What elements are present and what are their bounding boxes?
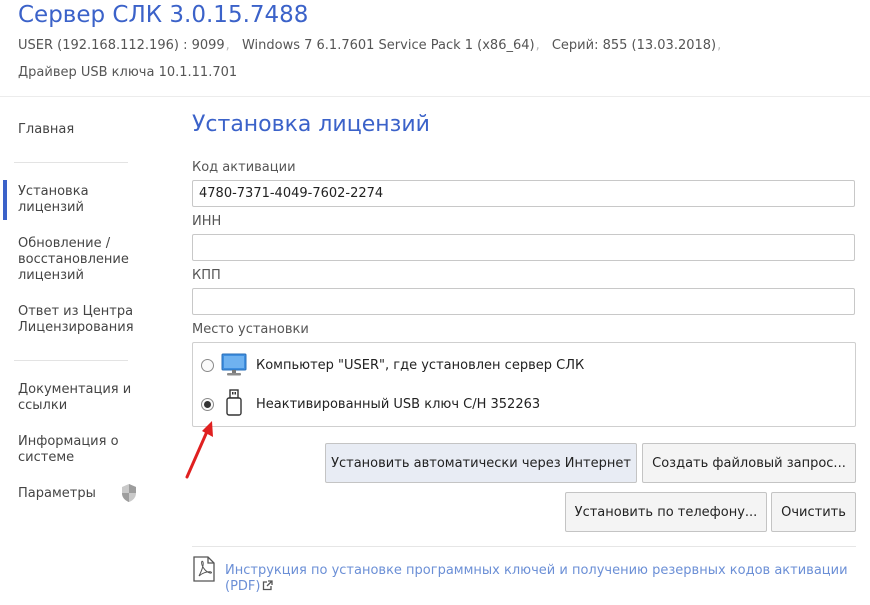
sidebar-item-install-licenses[interactable]: Установка лицензий — [18, 184, 143, 216]
radio-computer[interactable] — [201, 359, 214, 372]
radio-usb-key[interactable] — [201, 398, 214, 411]
create-file-request-button[interactable]: Создать файловый запрос... — [642, 443, 856, 483]
documentation-link-text[interactable]: Инструкция по установке программных ключ… — [225, 563, 848, 594]
separator: , — [225, 38, 230, 53]
divider — [192, 546, 856, 547]
sidebar-item-license-center-response[interactable]: Ответ из Центра Лицензирования — [18, 304, 143, 336]
activation-code-input[interactable] — [192, 180, 855, 207]
shield-icon — [122, 484, 136, 502]
red-arrow-icon — [185, 421, 213, 479]
app-title: Сервер СЛК 3.0.15.7488 — [18, 2, 309, 28]
driver-info: Драйвер USB ключа 10.1.11.701 — [18, 65, 238, 80]
monitor-icon — [221, 353, 247, 376]
sidebar-item-home[interactable]: Главная — [18, 122, 143, 138]
pdf-icon — [193, 556, 215, 582]
sidebar-item-documentation[interactable]: Документация и ссылки — [18, 382, 143, 414]
separator: , — [535, 38, 540, 53]
sidebar — [0, 97, 160, 605]
install-place-label: Место установки — [192, 322, 309, 337]
option-computer-label[interactable]: Компьютер "USER", где установлен сервер … — [256, 358, 584, 373]
page-title: Установка лицензий — [192, 112, 430, 137]
install-internet-button[interactable]: Установить автоматически через Интернет — [325, 443, 637, 483]
usb-key-icon — [226, 389, 242, 416]
active-indicator — [3, 180, 7, 220]
sidebar-item-system-info[interactable]: Информация о системе — [18, 434, 143, 466]
external-link-icon — [263, 580, 274, 591]
user-info: USER (192.168.112.196) : 9099 — [18, 38, 225, 53]
install-place-group — [192, 342, 856, 427]
kpp-label: КПП — [192, 268, 221, 283]
header: Сервер СЛК 3.0.15.7488 USER (192.168.112… — [0, 0, 870, 97]
activation-code-label: Код активации — [192, 160, 296, 175]
clear-button[interactable]: Очистить — [771, 492, 856, 532]
separator: , — [717, 38, 722, 53]
install-phone-button[interactable]: Установить по телефону... — [565, 492, 767, 532]
sidebar-divider — [14, 360, 128, 361]
documentation-link[interactable]: Инструкция по установке программных ключ… — [225, 563, 850, 595]
sidebar-item-update-restore[interactable]: Обновление / восстановление лицензий — [18, 236, 143, 284]
series-info: Серий: 855 (13.03.2018) — [551, 38, 717, 53]
os-info: Windows 7 6.1.7601 Service Pack 1 (x86_6… — [241, 38, 535, 53]
option-usb-key-label[interactable]: Неактивированный USB ключ С/Н 352263 — [256, 397, 540, 412]
kpp-input[interactable] — [192, 288, 855, 315]
inn-input[interactable] — [192, 234, 855, 261]
server-info-line: USER (192.168.112.196) : 9099, Windows 7… — [18, 38, 729, 53]
inn-label: ИНН — [192, 214, 222, 229]
sidebar-divider — [14, 162, 128, 163]
